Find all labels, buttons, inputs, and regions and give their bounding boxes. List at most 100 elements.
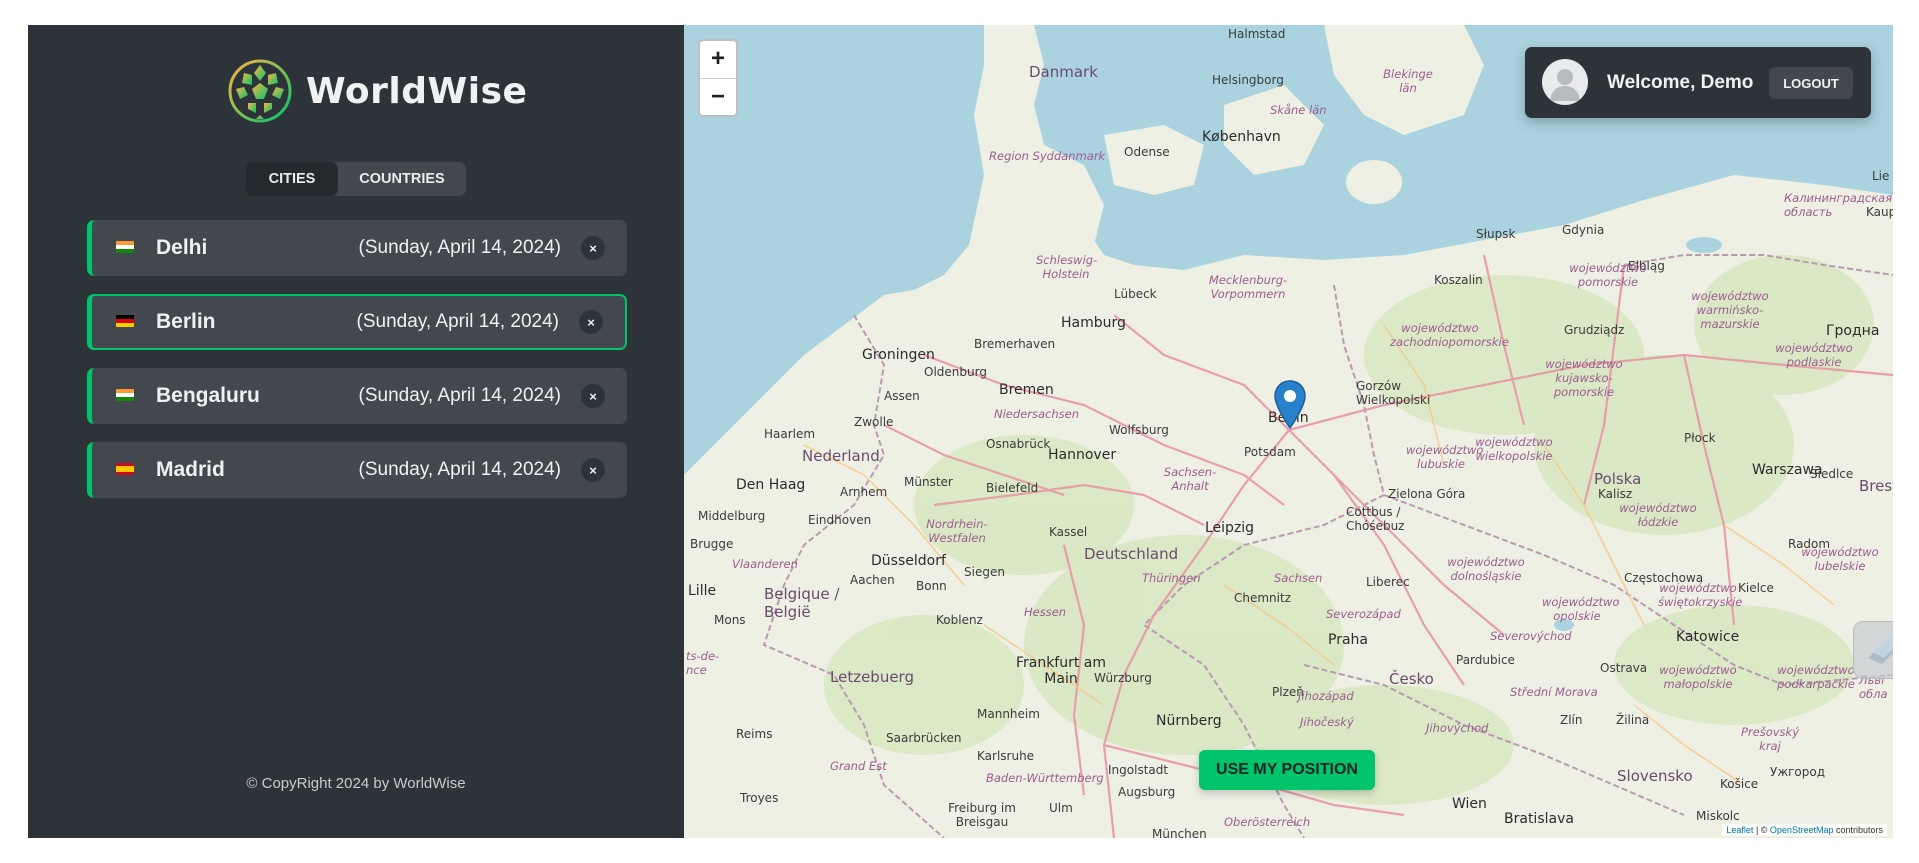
map-label-town: Middelburg — [698, 509, 766, 523]
map-label-town: Liberec — [1366, 575, 1410, 589]
zoom-control: + − — [698, 39, 738, 117]
map-label-town: Siedlce — [1810, 467, 1854, 481]
map-label-region: województwo lubuskie — [1406, 443, 1484, 471]
map-label-town: Troyes — [740, 791, 779, 805]
map-label-town: Гродна — [1826, 323, 1880, 339]
tab-countries[interactable]: Countries — [338, 162, 466, 196]
map-label-town: Košice — [1720, 777, 1759, 791]
map-container[interactable]: Danmark Nederland Deutschland Polska Bel… — [684, 25, 1893, 838]
map-label-region: województwo małopolskie — [1659, 663, 1737, 691]
map-label-region: województwo wielkopolskie — [1475, 435, 1553, 463]
city-name: Berlin — [156, 310, 216, 333]
welcome-text: Welcome, Demo — [1607, 71, 1754, 93]
map-label-town: Oldenburg — [924, 365, 987, 379]
map-label-town: Zlín — [1560, 713, 1583, 727]
map-label-city: København — [1202, 129, 1281, 145]
map-label-town: Helsingborg — [1212, 73, 1284, 87]
map-label-city: Den Haag — [736, 477, 806, 493]
map-label-town: Słupsk — [1476, 227, 1516, 241]
map-label-town: Mannheim — [977, 707, 1040, 721]
attribution-suffix: contributors — [1833, 825, 1883, 835]
map-label-town: Mons — [714, 613, 746, 627]
map-label-town: Gorzów Wielkopolski — [1356, 379, 1431, 407]
city-date: (Sunday, April 14, 2024) — [356, 311, 559, 332]
city-name: Delhi — [156, 236, 208, 259]
map-label-country: Letzebuerg — [830, 668, 914, 686]
map-label-region: Blekinge län — [1383, 67, 1433, 95]
map-label-town: Lie — [1872, 169, 1890, 183]
use-my-position-button[interactable]: Use my position — [1199, 750, 1375, 790]
map-label-region: Jihovýchod — [1426, 721, 1489, 735]
city-item-delhi[interactable]: Delhi (Sunday, April 14, 2024) × — [87, 220, 627, 276]
map-label-town: Bielefeld — [986, 481, 1039, 495]
map-label-town: Bonn — [916, 579, 947, 593]
osm-link[interactable]: OpenStreetMap — [1770, 825, 1834, 835]
map-label-region: województwo pomorskie — [1569, 261, 1647, 289]
map-label-region: Nordrhein-Westfalen — [926, 517, 988, 545]
map-label-country: Danmark — [1029, 63, 1098, 81]
logo[interactable]: WorldWise — [228, 59, 527, 123]
flag-india-icon — [116, 389, 134, 401]
tab-cities[interactable]: Cities — [246, 162, 338, 196]
map-label-city: Hamburg — [1061, 315, 1126, 331]
map-label-town: Osnabrück — [986, 437, 1051, 451]
map-label-town: Reims — [736, 727, 773, 741]
map-pin-icon[interactable] — [1273, 380, 1307, 430]
logout-button[interactable]: Logout — [1769, 67, 1853, 99]
map-label-country: Slovensko — [1617, 767, 1693, 785]
map-label-country: Brest — [1859, 477, 1893, 495]
map-label-town: Koblenz — [936, 613, 983, 627]
map-label-town: Zwolle — [854, 415, 894, 429]
map-label-city: Bratislava — [1504, 811, 1574, 827]
delete-city-button[interactable]: × — [579, 310, 603, 334]
map-label-region: Severozápad — [1326, 607, 1401, 621]
map-label-region: Region Syddanmark — [989, 149, 1106, 163]
map-label-region: Sachsen-Anhalt — [1163, 465, 1217, 493]
map-label-town: Ingolstadt — [1108, 763, 1169, 777]
map-label-town: Pardubice — [1456, 653, 1515, 667]
flag-spain-icon — [116, 463, 134, 475]
city-item-bengaluru[interactable]: Bengaluru (Sunday, April 14, 2024) × — [87, 368, 627, 424]
city-date: (Sunday, April 14, 2024) — [358, 237, 561, 258]
map-label-city: Nürnberg — [1156, 713, 1222, 729]
map-label-city: Düsseldorf — [871, 553, 946, 569]
map-label-country: Belgique / België — [764, 585, 840, 621]
map-label-town: Freiburg im Breisgau — [948, 801, 1016, 829]
map-label-country: Deutschland — [1084, 545, 1179, 563]
delete-city-button[interactable]: × — [581, 384, 605, 408]
map-label-town: Augsburg — [1118, 785, 1176, 799]
city-item-madrid[interactable]: Madrid (Sunday, April 14, 2024) × — [87, 442, 627, 498]
attribution-sep: | © — [1753, 825, 1770, 835]
map-label-region: województwo podkarpackie — [1777, 663, 1855, 691]
map-label-region: Baden-Württemberg — [986, 771, 1104, 785]
zoom-out-button[interactable]: − — [700, 79, 736, 116]
map-label-town: Žilina — [1616, 713, 1650, 727]
map-label-town: Kalisz — [1598, 487, 1633, 501]
zoom-in-button[interactable]: + — [700, 41, 736, 79]
copyright-text: © CopyRight 2024 by WorldWise — [246, 775, 466, 792]
delete-city-button[interactable]: × — [581, 236, 605, 260]
sidebar: WorldWise Cities Countries Delhi (Sunday… — [28, 25, 684, 838]
map-label-town: Assen — [884, 389, 920, 403]
city-item-berlin[interactable]: Berlin (Sunday, April 14, 2024) × — [87, 294, 627, 350]
map-label-country: Polska — [1594, 470, 1642, 488]
map-label-region: Střední Morava — [1510, 685, 1598, 699]
map-label-city: Praha — [1328, 632, 1368, 648]
map-label-region: województwo łódzkie — [1619, 501, 1697, 529]
map-label-town: Odense — [1124, 145, 1170, 159]
layers-icon[interactable] — [1853, 621, 1893, 679]
map-label-town: Lübeck — [1114, 287, 1157, 301]
map-label-town: Eindhoven — [808, 513, 872, 527]
map-label-town: Koszalin — [1434, 273, 1483, 287]
map-label-region: województwo opolskie — [1542, 595, 1620, 623]
delete-city-button[interactable]: × — [581, 458, 605, 482]
map-label-region: Oberösterreich — [1224, 815, 1311, 829]
map-label-region: województwo zachodniopomorskie — [1390, 321, 1509, 349]
map-label-town: Ostrava — [1600, 661, 1648, 675]
map-label-region: Schleswig-Holstein — [1036, 253, 1098, 281]
map-label-town: Lille — [688, 583, 717, 599]
map-label-region: województwo podlaskie — [1775, 341, 1853, 369]
leaflet-link[interactable]: Leaflet — [1726, 825, 1753, 835]
map-label-town: Siegen — [964, 565, 1005, 579]
map-label-town: Würzburg — [1094, 671, 1152, 685]
